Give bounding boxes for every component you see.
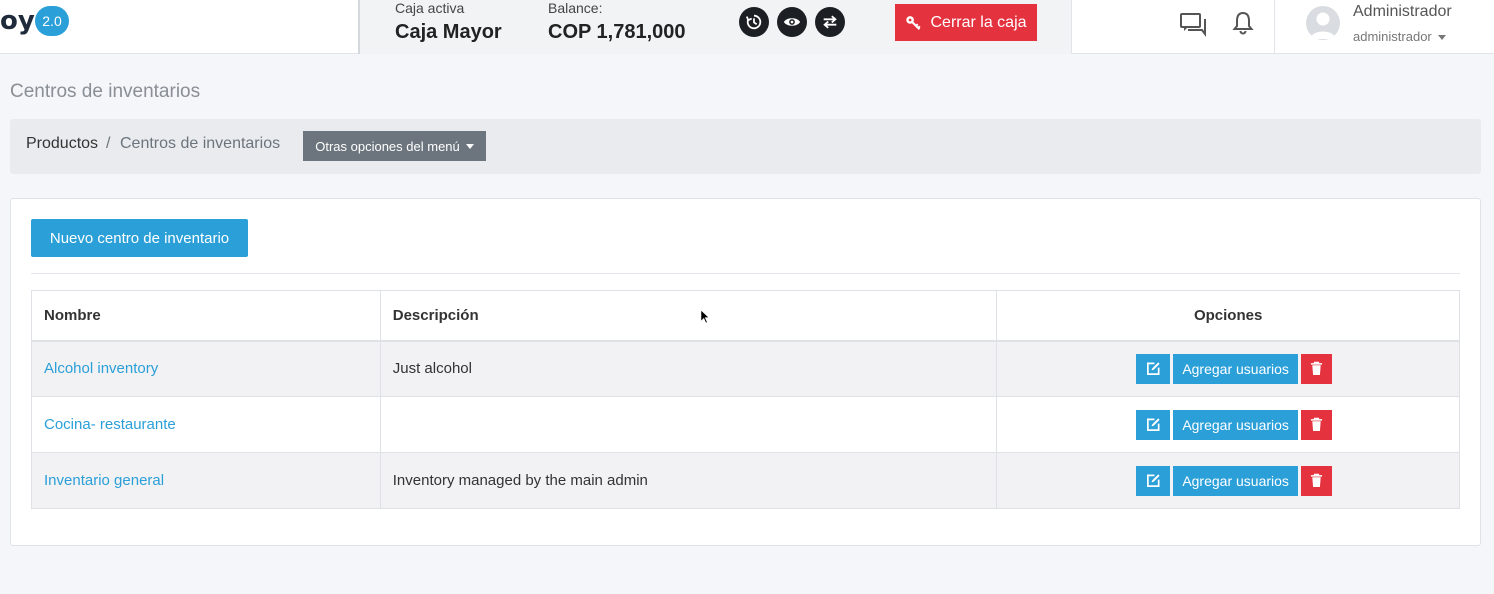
trash-icon — [1310, 473, 1323, 487]
register-panel: Caja activa Caja Mayor Balance: COP 1,78… — [358, 0, 1072, 54]
close-register-label: Cerrar la caja — [930, 13, 1027, 31]
add-users-button[interactable]: Agregar usuarios — [1173, 465, 1298, 496]
cell-description: Just alcohol — [379, 340, 998, 397]
inventory-centers-table: Nombre Descripción Opciones Alcohol inve… — [31, 290, 1460, 509]
transfer-icon — [823, 15, 837, 29]
breadcrumb: Productos / Centros de inventarios Otras… — [10, 119, 1481, 174]
delete-button[interactable] — [1300, 353, 1332, 384]
notifications-button[interactable] — [1232, 11, 1254, 40]
delete-button[interactable] — [1300, 409, 1332, 440]
user-name: Administrador — [1353, 3, 1452, 20]
history-icon — [745, 14, 762, 30]
cell-options: Agregar usuarios — [996, 396, 1460, 453]
cell-name: Cocina- restaurante — [31, 396, 381, 453]
trash-icon — [1310, 417, 1323, 431]
divider — [31, 273, 1460, 274]
chevron-down-icon — [465, 143, 474, 149]
table-header-row: Nombre Descripción Opciones — [31, 290, 1460, 342]
balance-value: COP 1,781,000 — [548, 21, 686, 43]
breadcrumb-item-productos[interactable]: Productos — [26, 135, 98, 153]
close-register-button[interactable]: Cerrar la caja — [895, 4, 1037, 41]
cell-description — [379, 396, 998, 453]
other-options-label: Otras opciones del menú — [315, 138, 460, 154]
app-logo[interactable]: oy — [0, 6, 35, 36]
add-users-button[interactable]: Agregar usuarios — [1173, 409, 1298, 440]
avatar — [1306, 6, 1340, 40]
breadcrumb-separator: / — [106, 135, 111, 152]
table-row: Inventario general Inventory managed by … — [31, 452, 1460, 509]
column-header-description: Descripción — [379, 290, 998, 342]
edit-icon — [1146, 418, 1160, 431]
user-icon — [1310, 12, 1336, 39]
active-register-label: Caja activa — [395, 0, 465, 16]
trash-icon — [1310, 361, 1323, 376]
edit-icon — [1146, 362, 1160, 376]
inventory-name-link[interactable]: Alcohol inventory — [44, 360, 158, 377]
messages-button[interactable] — [1180, 13, 1208, 42]
cell-name: Inventario general — [31, 452, 381, 509]
column-header-options: Opciones — [996, 290, 1460, 342]
eye-icon — [783, 18, 801, 26]
edit-button[interactable] — [1136, 465, 1171, 496]
bell-icon — [1232, 11, 1254, 35]
user-menu[interactable]: Administrador administrador — [1274, 0, 1494, 54]
breadcrumb-item-current: Centros de inventarios — [120, 135, 281, 152]
row-actions: Agregar usuarios — [1009, 465, 1459, 496]
page-title: Centros de inventarios — [10, 81, 201, 102]
cell-options: Agregar usuarios — [996, 452, 1460, 509]
balance-label: Balance: — [548, 0, 603, 16]
inventory-name-link[interactable]: Cocina- restaurante — [44, 416, 176, 433]
edit-button[interactable] — [1136, 353, 1171, 384]
chevron-down-icon — [1437, 35, 1446, 41]
chat-icon — [1180, 13, 1206, 37]
version-badge: 2.0 — [35, 6, 69, 36]
new-inventory-center-button[interactable]: Nuevo centro de inventario — [31, 219, 248, 257]
table-row: Cocina- restaurante Agregar usuarios — [31, 396, 1460, 453]
user-role: administrador — [1353, 29, 1446, 44]
other-options-dropdown[interactable]: Otras opciones del menú — [303, 131, 486, 161]
row-actions: Agregar usuarios — [1009, 353, 1459, 384]
row-actions: Agregar usuarios — [1009, 409, 1459, 440]
content-card: Nuevo centro de inventario Nombre Descri… — [10, 198, 1481, 546]
edit-icon — [1146, 474, 1160, 487]
inventory-name-link[interactable]: Inventario general — [44, 472, 164, 489]
edit-button[interactable] — [1136, 409, 1171, 440]
cell-options: Agregar usuarios — [996, 340, 1460, 397]
transfer-button[interactable] — [815, 7, 845, 37]
key-icon — [906, 16, 922, 31]
add-users-button[interactable]: Agregar usuarios — [1173, 353, 1298, 384]
cell-description: Inventory managed by the main admin — [379, 452, 998, 509]
active-register-value: Caja Mayor — [395, 21, 502, 43]
table-row: Alcohol inventory Just alcohol Agregar u… — [31, 340, 1460, 397]
delete-button[interactable] — [1300, 465, 1332, 496]
mouse-cursor-icon — [700, 309, 710, 324]
cell-name: Alcohol inventory — [31, 340, 381, 397]
top-navbar: oy 2.0 Caja activa Caja Mayor Balance: C… — [0, 0, 1494, 54]
history-button[interactable] — [739, 7, 769, 37]
view-button[interactable] — [777, 7, 807, 37]
user-role-text: administrador — [1353, 29, 1432, 44]
column-header-name: Nombre — [31, 290, 381, 342]
